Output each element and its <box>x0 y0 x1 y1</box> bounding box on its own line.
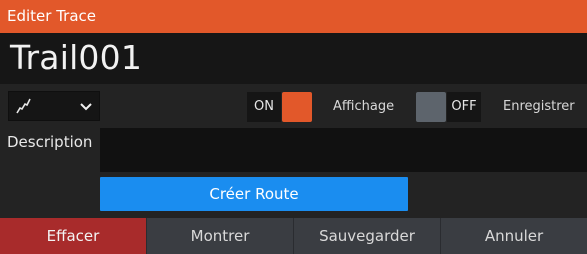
description-input[interactable] <box>100 128 587 172</box>
chevron-down-icon <box>80 103 92 111</box>
trail-name-row: Trail001 <box>0 33 587 84</box>
trail-style-dropdown[interactable] <box>8 91 100 121</box>
display-label: Affichage <box>333 99 395 114</box>
save-button[interactable]: Sauvegarder <box>293 218 440 254</box>
cancel-button[interactable]: Annuler <box>440 218 587 254</box>
show-button[interactable]: Montrer <box>146 218 293 254</box>
display-toggle-on-label[interactable]: ON <box>247 92 281 122</box>
display-toggle[interactable] <box>282 92 312 122</box>
trail-name-field[interactable]: Trail001 <box>10 37 142 79</box>
dialog-title: Editer Trace <box>0 0 587 33</box>
record-toggle-off-label[interactable]: OFF <box>447 92 481 122</box>
delete-button[interactable]: Effacer <box>0 218 146 254</box>
action-bar: Effacer Montrer Sauvegarder Annuler <box>0 218 587 254</box>
trail-line-icon <box>16 98 31 114</box>
record-label: Enregistrer <box>503 99 575 114</box>
record-toggle[interactable] <box>416 92 446 122</box>
controls-row: ON Affichage OFF Enregistrer <box>0 84 587 128</box>
description-label: Description <box>7 133 93 151</box>
create-route-button[interactable]: Créer Route <box>100 177 408 211</box>
